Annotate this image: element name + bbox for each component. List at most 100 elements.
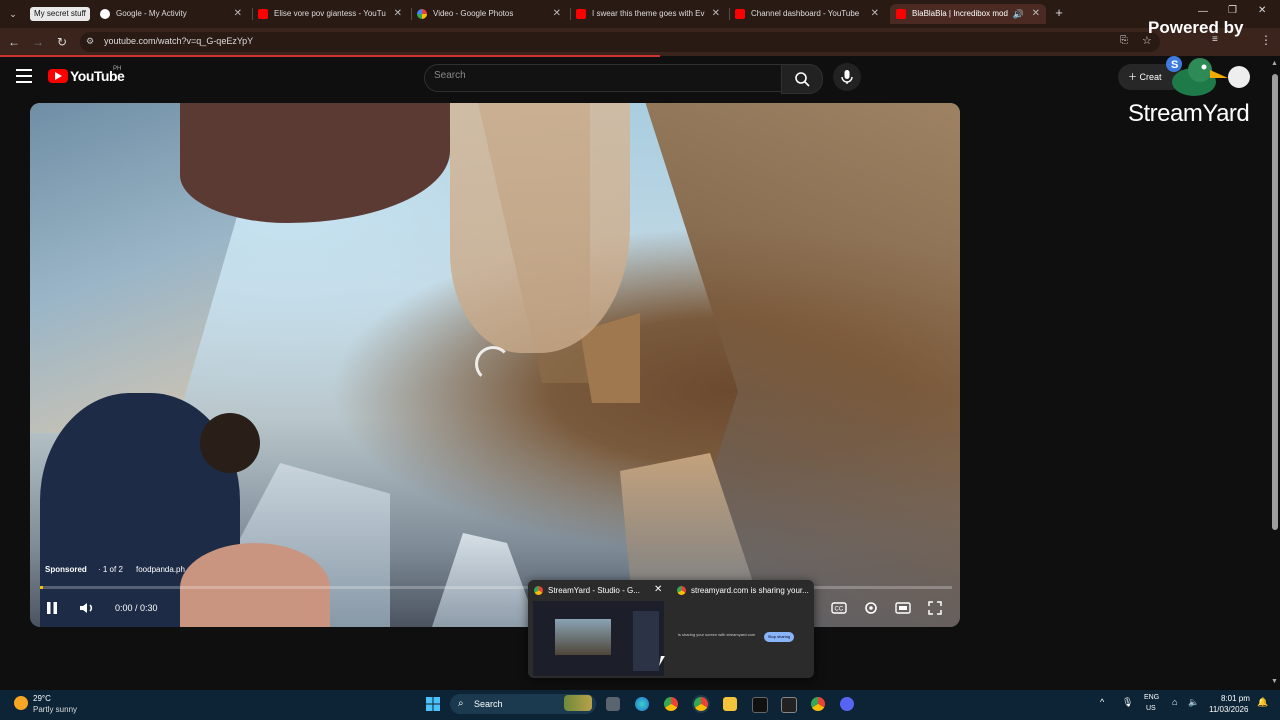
- reload-icon[interactable]: ↻: [54, 34, 70, 50]
- close-preview-icon[interactable]: ✕: [654, 584, 662, 595]
- chrome-profile-icon[interactable]: [811, 697, 825, 711]
- tab-label: I swear this theme goes with Ev: [592, 9, 705, 18]
- app-window-icon[interactable]: [781, 697, 797, 713]
- tab-my-activity[interactable]: Google - My Activity ✕: [100, 4, 248, 24]
- input-region[interactable]: US: [1146, 705, 1156, 712]
- minimize-icon[interactable]: —: [1198, 6, 1208, 17]
- forward-arrow-icon[interactable]: →: [30, 34, 46, 50]
- weather-condition[interactable]: Partly sunny: [33, 705, 77, 714]
- chrome-icon: [677, 586, 686, 595]
- close-tab-icon[interactable]: ✕: [871, 4, 879, 24]
- avatar[interactable]: [1228, 66, 1250, 88]
- advertiser-link[interactable]: foodpanda.ph: [136, 565, 185, 574]
- clock-date[interactable]: 11/03/2026: [1209, 705, 1248, 714]
- close-tab-icon[interactable]: ✕: [712, 4, 720, 24]
- sponsored-label: Sponsored: [45, 565, 87, 574]
- search-placeholder: Search: [434, 70, 466, 81]
- system-tray-chevron-icon[interactable]: ^: [1100, 697, 1104, 707]
- thumbnail-video-frame: [555, 619, 611, 655]
- preview-thumbnail[interactable]: [533, 601, 664, 676]
- search-highlight-image: [564, 695, 592, 711]
- url-text[interactable]: youtube.com/watch?v=q_G-qeEzYpY: [104, 36, 253, 46]
- person-bottom: [180, 543, 330, 627]
- capcut-icon[interactable]: [752, 697, 768, 713]
- pause-icon: [47, 602, 57, 614]
- site-info-icon[interactable]: ⚙: [86, 36, 94, 47]
- preview-window-title[interactable]: StreamYard - Studio - G...: [548, 586, 640, 595]
- clock-time[interactable]: 8:01 pm: [1221, 694, 1250, 703]
- restore-icon[interactable]: ❐: [1228, 5, 1237, 16]
- close-tab-icon[interactable]: ✕: [1032, 4, 1040, 24]
- task-view-icon[interactable]: [606, 697, 620, 711]
- captions-button[interactable]: CC: [829, 598, 849, 618]
- file-explorer-icon[interactable]: [723, 697, 737, 711]
- progress-bar[interactable]: [40, 586, 952, 589]
- scroll-up-arrow-icon[interactable]: ▲: [1271, 60, 1278, 67]
- settings-button[interactable]: [861, 598, 881, 618]
- back-arrow-icon[interactable]: ←: [6, 34, 22, 50]
- search-input[interactable]: [424, 64, 782, 92]
- tab-incredibox-active[interactable]: BlaBlaBla | Incredibox mod 🔊 ✕: [890, 4, 1046, 24]
- close-window-icon[interactable]: ✕: [1258, 5, 1266, 16]
- theater-mode-button[interactable]: [893, 598, 913, 618]
- install-app-icon[interactable]: ⎘: [1120, 35, 1128, 46]
- notification-bell-icon[interactable]: 🔔: [1257, 697, 1268, 708]
- stop-sharing-button[interactable]: Stop sharing: [764, 632, 794, 642]
- tab-group-label[interactable]: My secret stuff: [30, 7, 90, 21]
- new-tab-plus-icon[interactable]: +: [1052, 6, 1066, 20]
- temperature[interactable]: 29°C: [33, 694, 51, 703]
- voice-search-button[interactable]: [833, 63, 861, 91]
- gear-icon: [865, 602, 877, 614]
- search-button[interactable]: [781, 64, 823, 94]
- chrome-active-icon[interactable]: [694, 697, 708, 711]
- youtube-logo-icon[interactable]: [48, 69, 68, 83]
- volume-tray-icon[interactable]: 🔈: [1188, 697, 1199, 708]
- tab-channel-dashboard[interactable]: Channel dashboard - YouTube ✕: [735, 4, 885, 24]
- ad-count: · 1 of 2: [98, 565, 123, 574]
- input-language[interactable]: ENG: [1144, 694, 1159, 701]
- tab-label: Video - Google Photos: [433, 9, 514, 18]
- microphone-icon: [841, 70, 853, 84]
- scrollbar-thumb[interactable]: [1272, 74, 1278, 530]
- weather-sun-icon[interactable]: [14, 696, 28, 710]
- tab-youtube-video[interactable]: Elise vore pov giantess - YouTu ✕: [258, 4, 408, 24]
- discord-icon[interactable]: [840, 697, 854, 711]
- scroll-down-arrow-icon[interactable]: ▼: [1271, 678, 1278, 685]
- streamyard-brand-text: StreamYard: [1128, 100, 1250, 127]
- edge-icon[interactable]: [635, 697, 649, 711]
- tab-search-chevron-icon[interactable]: ⌄: [6, 7, 20, 21]
- captions-icon: CC: [831, 602, 847, 614]
- search-icon: ⌕: [458, 698, 464, 709]
- speaker-icon[interactable]: 🔊: [1013, 4, 1024, 24]
- country-code: PH: [113, 66, 122, 72]
- menu-icon[interactable]: [16, 69, 32, 83]
- building-bottom-center: [430, 533, 540, 627]
- tab-theme-video[interactable]: I swear this theme goes with Ev ✕: [576, 4, 726, 24]
- browser-menu-icon[interactable]: ⋮: [1260, 33, 1272, 47]
- pause-button[interactable]: [42, 598, 62, 618]
- tab-label: Channel dashboard - YouTube: [751, 9, 860, 18]
- person-arm: [450, 103, 630, 353]
- tab-divider: [729, 8, 730, 20]
- close-tab-icon[interactable]: ✕: [553, 4, 561, 24]
- thumbnail-sidebar: [633, 611, 659, 671]
- fullscreen-button[interactable]: [925, 598, 945, 618]
- youtube-icon: [735, 8, 745, 19]
- close-tab-icon[interactable]: ✕: [394, 4, 402, 24]
- sharing-window-title[interactable]: streamyard.com is sharing your...: [691, 586, 809, 595]
- tab-divider: [252, 8, 253, 20]
- search-icon: [795, 72, 810, 87]
- sharing-notice-text: is sharing your screen with streamyard.c…: [678, 632, 756, 637]
- tab-divider: [411, 8, 412, 20]
- chrome-icon[interactable]: [664, 697, 678, 711]
- person-left-head: [200, 413, 260, 473]
- google-icon: [100, 8, 110, 19]
- close-tab-icon[interactable]: ✕: [234, 4, 242, 24]
- progress-fill: [40, 586, 43, 589]
- volume-button[interactable]: [77, 598, 97, 618]
- plus-icon: ＋: [1128, 72, 1140, 82]
- microphone-tray-icon[interactable]: 🎙: [1122, 697, 1133, 708]
- tab-google-photos[interactable]: Video - Google Photos ✕: [417, 4, 567, 24]
- network-icon[interactable]: ⌂: [1172, 697, 1177, 707]
- windows-start-icon[interactable]: [426, 697, 440, 711]
